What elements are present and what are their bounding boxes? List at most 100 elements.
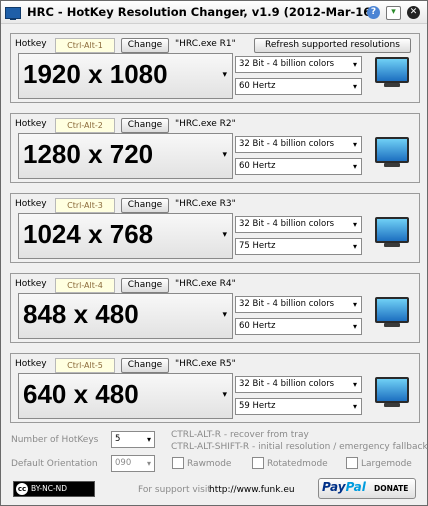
creative-commons-icon: cc: [16, 483, 28, 495]
dropdown-arrow-icon: ▾: [352, 220, 357, 229]
color-depth-select-4[interactable]: 32 Bit - 4 billion colors ▾: [235, 296, 362, 313]
refresh-resolutions-button[interactable]: Refresh supported resolutions: [254, 38, 411, 53]
refresh-rate-value: 60 Hertz: [239, 321, 276, 331]
profile-panel-4: Hotkey Ctrl-Alt-4 Change "HRC.exe R4" 84…: [10, 273, 420, 343]
refresh-rate-value: 60 Hertz: [239, 81, 276, 91]
dropdown-arrow-icon: ▾: [352, 140, 357, 149]
apply-monitor-icon-3[interactable]: [375, 217, 409, 247]
apply-monitor-icon-5[interactable]: [375, 377, 409, 407]
color-depth-select-2[interactable]: 32 Bit - 4 billion colors ▾: [235, 136, 362, 153]
paypal-donate-button[interactable]: PayPal DONATE: [318, 478, 416, 499]
minimize-to-tray-icon[interactable]: ▾: [386, 6, 401, 20]
hotkey-field-5[interactable]: Ctrl-Alt-5: [55, 358, 115, 373]
change-hotkey-button-1[interactable]: Change: [121, 38, 169, 53]
license-badge[interactable]: cc BY-NC-ND: [13, 481, 95, 497]
dropdown-arrow-icon: ▾: [352, 322, 357, 331]
dropdown-arrow-icon: ▾: [222, 150, 227, 160]
orientation-value: 090: [115, 458, 132, 468]
title-bar: HRC - HotKey Resolution Changer, v1.9 (2…: [1, 1, 427, 24]
close-icon[interactable]: ✕: [407, 6, 420, 19]
support-text: For support visit: [138, 485, 211, 495]
largemode-label: Largemode: [361, 459, 412, 469]
num-hotkeys-label: Number of HotKeys: [11, 435, 99, 445]
window-title: HRC - HotKey Resolution Changer, v1.9 (2…: [27, 5, 377, 19]
dropdown-arrow-icon: ▾: [352, 242, 357, 251]
dropdown-arrow-icon: ▾: [146, 435, 151, 444]
monitor-app-icon: [5, 7, 21, 20]
rotatedmode-label: Rotatedmode: [267, 459, 328, 469]
hotkey-label: Hotkey: [15, 119, 47, 129]
help-icon[interactable]: ?: [367, 6, 380, 19]
hotkey-label: Hotkey: [15, 199, 47, 209]
dropdown-arrow-icon: ▾: [222, 230, 227, 240]
rotatedmode-checkbox[interactable]: [252, 457, 264, 469]
resolution-value: 640 x 480: [23, 379, 139, 409]
color-depth-value: 32 Bit - 4 billion colors: [239, 59, 335, 69]
color-depth-select-1[interactable]: 32 Bit - 4 billion colors ▾: [235, 56, 362, 73]
refresh-rate-select-1[interactable]: 60 Hertz ▾: [235, 78, 362, 95]
resolution-select-2[interactable]: 1280 x 720 ▾: [18, 133, 233, 179]
change-hotkey-button-4[interactable]: Change: [121, 278, 169, 293]
refresh-rate-select-2[interactable]: 60 Hertz ▾: [235, 158, 362, 175]
refresh-rate-select-4[interactable]: 60 Hertz ▾: [235, 318, 362, 335]
dropdown-arrow-icon: ▾: [352, 380, 357, 389]
resolution-select-3[interactable]: 1024 x 768 ▾: [18, 213, 233, 259]
dropdown-arrow-icon: ▾: [222, 70, 227, 80]
hotkey-label: Hotkey: [15, 39, 47, 49]
profile-panel-5: Hotkey Ctrl-Alt-5 Change "HRC.exe R5" 64…: [10, 353, 420, 423]
profile-name-2: "HRC.exe R2": [175, 119, 236, 129]
color-depth-select-5[interactable]: 32 Bit - 4 billion colors ▾: [235, 376, 362, 393]
profile-name-1: "HRC.exe R1": [175, 39, 236, 49]
hotkey-field-1[interactable]: Ctrl-Alt-1: [55, 38, 115, 53]
num-hotkeys-select[interactable]: 5 ▾: [111, 431, 155, 448]
profile-name-3: "HRC.exe R3": [175, 199, 236, 209]
resolution-value: 1280 x 720: [23, 139, 154, 169]
hotkey-field-2[interactable]: Ctrl-Alt-2: [55, 118, 115, 133]
dropdown-arrow-icon: ▾: [352, 300, 357, 309]
profile-panel-1: Hotkey Ctrl-Alt-1 Change "HRC.exe R1" Re…: [10, 33, 420, 103]
donate-label: DONATE: [374, 484, 409, 493]
orientation-label: Default Orientation: [11, 459, 98, 469]
apply-monitor-icon-4[interactable]: [375, 297, 409, 327]
hotkey-field-4[interactable]: Ctrl-Alt-4: [55, 278, 115, 293]
profile-panel-2: Hotkey Ctrl-Alt-2 Change "HRC.exe R2" 12…: [10, 113, 420, 183]
color-depth-select-3[interactable]: 32 Bit - 4 billion colors ▾: [235, 216, 362, 233]
color-depth-value: 32 Bit - 4 billion colors: [239, 139, 335, 149]
dropdown-arrow-icon: ▾: [352, 402, 357, 411]
rawmode-label: Rawmode: [187, 459, 232, 469]
app-window: HRC - HotKey Resolution Changer, v1.9 (2…: [0, 0, 428, 506]
resolution-value: 1024 x 768: [23, 219, 154, 249]
refresh-rate-select-5[interactable]: 59 Hertz ▾: [235, 398, 362, 415]
color-depth-value: 32 Bit - 4 billion colors: [239, 219, 335, 229]
hotkey-field-3[interactable]: Ctrl-Alt-3: [55, 198, 115, 213]
fallback-hint: CTRL-ALT-SHIFT-R - initial resolution / …: [171, 442, 428, 452]
largemode-checkbox[interactable]: [346, 457, 358, 469]
hotkey-label: Hotkey: [15, 359, 47, 369]
license-text: BY-NC-ND: [31, 484, 68, 493]
resolution-select-5[interactable]: 640 x 480 ▾: [18, 373, 233, 419]
dropdown-arrow-icon: ▾: [352, 162, 357, 171]
dropdown-arrow-icon: ▾: [222, 310, 227, 320]
color-depth-value: 32 Bit - 4 billion colors: [239, 299, 335, 309]
refresh-rate-value: 59 Hertz: [239, 401, 276, 411]
orientation-select[interactable]: 090 ▾: [111, 455, 155, 472]
profile-panel-3: Hotkey Ctrl-Alt-3 Change "HRC.exe R3" 10…: [10, 193, 420, 263]
resolution-select-1[interactable]: 1920 x 1080 ▾: [18, 53, 233, 99]
support-link[interactable]: http://www.funk.eu: [209, 485, 295, 495]
color-depth-value: 32 Bit - 4 billion colors: [239, 379, 335, 389]
change-hotkey-button-3[interactable]: Change: [121, 198, 169, 213]
apply-monitor-icon-1[interactable]: [375, 57, 409, 87]
profile-name-5: "HRC.exe R5": [175, 359, 236, 369]
dropdown-arrow-icon: ▾: [352, 82, 357, 91]
refresh-rate-select-3[interactable]: 75 Hertz ▾: [235, 238, 362, 255]
resolution-value: 848 x 480: [23, 299, 139, 329]
resolution-select-4[interactable]: 848 x 480 ▾: [18, 293, 233, 339]
change-hotkey-button-5[interactable]: Change: [121, 358, 169, 373]
rawmode-checkbox[interactable]: [172, 457, 184, 469]
refresh-rate-value: 75 Hertz: [239, 241, 276, 251]
apply-monitor-icon-2[interactable]: [375, 137, 409, 167]
change-hotkey-button-2[interactable]: Change: [121, 118, 169, 133]
profile-name-4: "HRC.exe R4": [175, 279, 236, 289]
paypal-logo: PayPal: [322, 480, 366, 494]
dropdown-arrow-icon: ▾: [222, 390, 227, 400]
